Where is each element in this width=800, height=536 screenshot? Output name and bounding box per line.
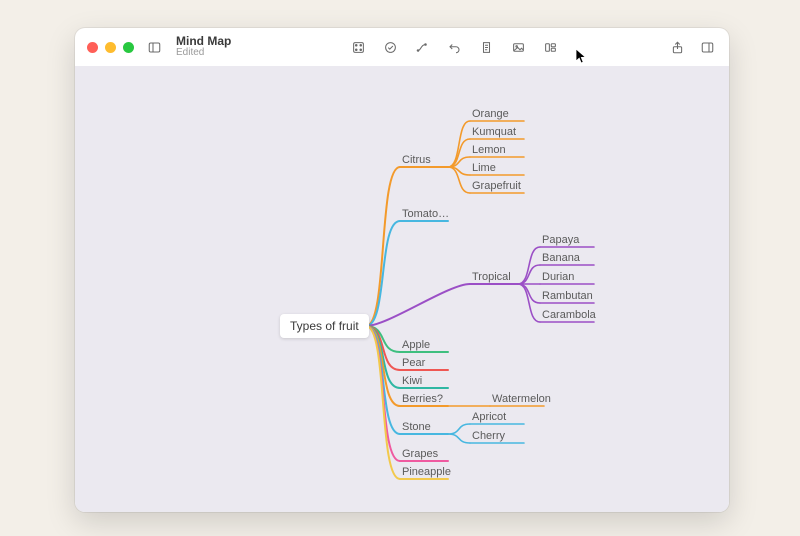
dice-icon[interactable] bbox=[348, 37, 368, 57]
branch-node-apple[interactable]: Apple bbox=[402, 339, 430, 351]
root-node[interactable]: Types of fruit bbox=[280, 314, 369, 338]
leaf-node-citrus-1[interactable]: Kumquat bbox=[472, 126, 516, 138]
leaf-node-berries-0[interactable]: Watermelon bbox=[492, 393, 551, 405]
zoom-icon[interactable] bbox=[123, 42, 134, 53]
share-icon[interactable] bbox=[667, 37, 687, 57]
app-window: Mind Map Edited Types of fruit Citrus Ora… bbox=[75, 28, 729, 512]
leaf-node-citrus-0[interactable]: Orange bbox=[472, 108, 509, 120]
leaf-node-tropical-2[interactable]: Durian bbox=[542, 271, 574, 283]
check-circle-icon[interactable] bbox=[380, 37, 400, 57]
layout-icon[interactable] bbox=[540, 37, 560, 57]
image-icon[interactable] bbox=[508, 37, 528, 57]
undo-icon[interactable] bbox=[444, 37, 464, 57]
document-subtitle: Edited bbox=[176, 48, 231, 59]
inspector-icon[interactable] bbox=[697, 37, 717, 57]
branch-node-grapes[interactable]: Grapes bbox=[402, 448, 438, 460]
branch-node-tomato[interactable]: Tomato… bbox=[402, 208, 449, 220]
connector-icon[interactable] bbox=[412, 37, 432, 57]
branch-node-tropical[interactable]: Tropical bbox=[472, 271, 511, 283]
leaf-node-citrus-3[interactable]: Lime bbox=[472, 162, 496, 174]
document-title-block: Mind Map Edited bbox=[176, 35, 231, 58]
leaf-node-tropical-3[interactable]: Rambutan bbox=[542, 290, 593, 302]
branch-node-berries[interactable]: Berries? bbox=[402, 393, 443, 405]
toolbar bbox=[251, 37, 657, 57]
branch-node-citrus[interactable]: Citrus bbox=[402, 154, 431, 166]
sidebar-toggle-button[interactable] bbox=[144, 37, 164, 57]
leaf-node-tropical-0[interactable]: Papaya bbox=[542, 234, 579, 246]
branch-node-stone[interactable]: Stone bbox=[402, 421, 431, 433]
note-icon[interactable] bbox=[476, 37, 496, 57]
titlebar: Mind Map Edited bbox=[75, 28, 729, 67]
window-controls bbox=[87, 42, 134, 53]
branch-node-pineapple[interactable]: Pineapple bbox=[402, 466, 451, 478]
close-icon[interactable] bbox=[87, 42, 98, 53]
leaf-node-citrus-2[interactable]: Lemon bbox=[472, 144, 506, 156]
minimize-icon[interactable] bbox=[105, 42, 116, 53]
branch-node-kiwi[interactable]: Kiwi bbox=[402, 375, 422, 387]
leaf-node-tropical-4[interactable]: Carambola bbox=[542, 309, 596, 321]
leaf-node-citrus-4[interactable]: Grapefruit bbox=[472, 180, 521, 192]
leaf-node-stone-0[interactable]: Apricot bbox=[472, 411, 506, 423]
leaf-node-stone-1[interactable]: Cherry bbox=[472, 430, 505, 442]
leaf-node-tropical-1[interactable]: Banana bbox=[542, 252, 580, 264]
cursor-icon bbox=[575, 48, 587, 64]
branch-node-pear[interactable]: Pear bbox=[402, 357, 425, 369]
mindmap-canvas[interactable]: Types of fruit Citrus Orange Kumquat Lemon L… bbox=[75, 66, 729, 512]
